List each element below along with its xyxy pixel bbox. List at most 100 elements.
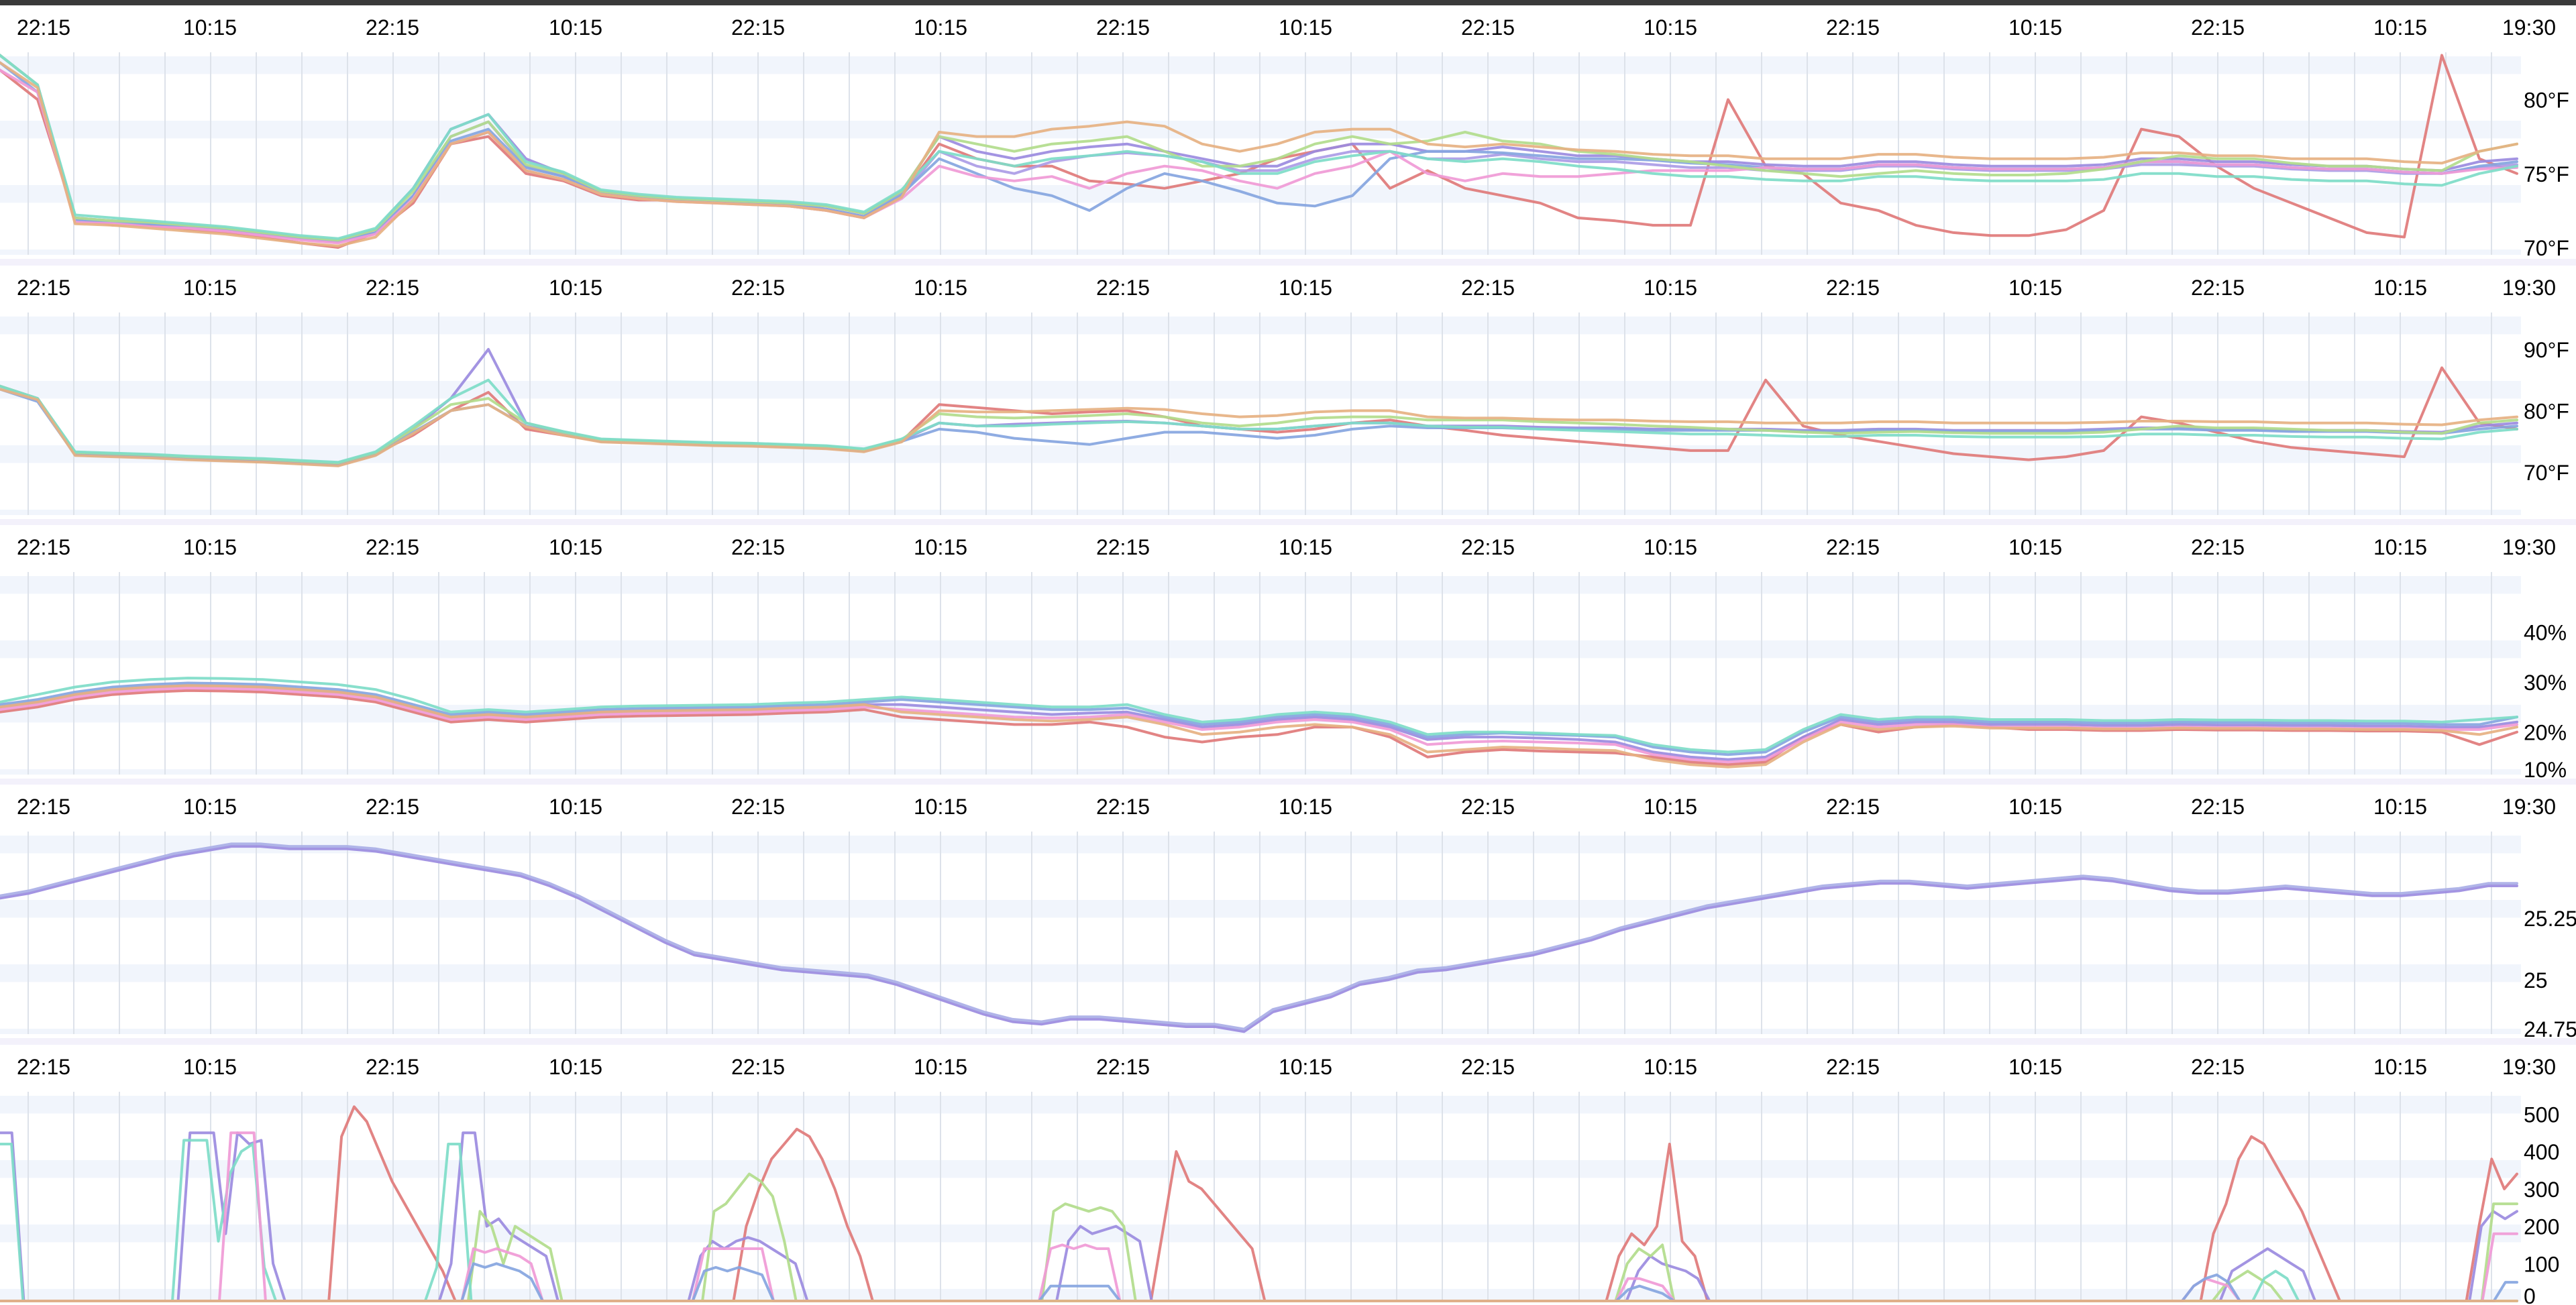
- chart-panel-5: 22:15 10:15 22:15 10:15 22:15 10:15 22:15 10:15…: [0, 1045, 2576, 1305]
- x-tick-label: 22:15: [2191, 1055, 2245, 1079]
- x-tick-label: 22:15: [1461, 15, 1515, 40]
- x-tick-label: 22:15: [17, 1055, 70, 1079]
- chart-svg: 22:15 10:15 22:15 10:15 22:15 10:15 22:15 10:15…: [0, 535, 2567, 779]
- x-tick-label: 19:30: [2502, 795, 2556, 819]
- x-tick-label: 10:15: [914, 276, 967, 300]
- chart-svg: 22:15 10:15 22:15 10:15 22:15 10:15 22:15 10:15…: [0, 276, 2569, 515]
- series-line: [0, 845, 2518, 1033]
- x-tick-label: 22:15: [2191, 795, 2245, 819]
- x-tick-label: 10:15: [2373, 535, 2427, 559]
- x-tick-label: 22:15: [2191, 535, 2245, 559]
- x-tick-label: 10:15: [2008, 795, 2062, 819]
- y-tick-label: 90°F: [2524, 338, 2569, 362]
- window-top-bar: [0, 0, 2576, 5]
- y-tick-label: 300: [2524, 1178, 2559, 1202]
- x-tick-label: 22:15: [731, 535, 785, 559]
- x-tick-label: 22:15: [1096, 1055, 1150, 1079]
- y-tick-label: 100: [2524, 1252, 2559, 1276]
- x-tick-label: 22:15: [1461, 276, 1515, 300]
- x-tick-label: 10:15: [1279, 1055, 1332, 1079]
- y-tick-label: 20%: [2524, 721, 2567, 745]
- x-tick-label: 10:15: [914, 1055, 967, 1079]
- x-tick-label: 22:15: [1826, 535, 1880, 559]
- x-tick-label: 22:15: [1461, 795, 1515, 819]
- series-line: [0, 54, 2518, 249]
- y-tick-label: 30%: [2524, 671, 2567, 695]
- x-tick-label: 19:30: [2502, 1055, 2556, 1079]
- series-line: [0, 68, 2518, 245]
- series-line: [0, 1105, 2518, 1302]
- series-line: [0, 842, 2518, 1031]
- x-tick-label: 22:15: [366, 15, 419, 40]
- chart-panel-1: 22:15 10:15 22:15 10:15 22:15 10:15 22:15 10:15…: [0, 5, 2576, 259]
- x-tick-label: 10:15: [914, 535, 967, 559]
- x-tick-label: 10:15: [2373, 276, 2427, 300]
- x-tick-label: 10:15: [549, 795, 602, 819]
- x-tick-label: 10:15: [1279, 15, 1332, 40]
- x-tick-label: 10:15: [183, 535, 237, 559]
- x-tick-label: 10:15: [2373, 795, 2427, 819]
- x-tick-label: 22:15: [731, 15, 785, 40]
- chart-panel-3: 22:15 10:15 22:15 10:15 22:15 10:15 22:15 10:15…: [0, 525, 2576, 779]
- y-tick-label: 75°F: [2524, 162, 2569, 186]
- chart-panel-2: 22:15 10:15 22:15 10:15 22:15 10:15 22:15 10:15…: [0, 266, 2576, 519]
- x-tick-label: 22:15: [1461, 535, 1515, 559]
- x-tick-label: 10:15: [2373, 1055, 2427, 1079]
- x-tick-label: 10:15: [2008, 535, 2062, 559]
- x-tick-label: 10:15: [549, 276, 602, 300]
- y-tick-label: 70°F: [2524, 236, 2569, 259]
- x-tick-label: 19:30: [2502, 276, 2556, 300]
- y-tick-label: 10%: [2524, 758, 2567, 779]
- y-tick-label: 25: [2524, 968, 2548, 992]
- chart-panel-4: 22:15 10:15 22:15 10:15 22:15 10:15 22:15 10:15…: [0, 785, 2576, 1038]
- x-tick-label: 22:15: [17, 795, 70, 819]
- x-tick-label: 22:15: [366, 535, 419, 559]
- x-tick-label: 22:15: [731, 795, 785, 819]
- y-tick-label: 80°F: [2524, 399, 2569, 423]
- y-tick-label: 25.25: [2524, 907, 2576, 931]
- x-tick-label: 22:15: [366, 276, 419, 300]
- x-tick-label: 10:15: [1644, 15, 1697, 40]
- x-tick-label: 22:15: [1826, 276, 1880, 300]
- x-tick-label: 22:15: [1096, 535, 1150, 559]
- y-tick-label: 70°F: [2524, 461, 2569, 485]
- x-tick-label: 10:15: [914, 15, 967, 40]
- x-tick-label: 22:15: [1096, 276, 1150, 300]
- x-tick-label: 10:15: [2008, 1055, 2062, 1079]
- x-tick-label: 10:15: [549, 535, 602, 559]
- x-tick-label: 10:15: [2008, 15, 2062, 40]
- x-tick-label: 22:15: [1826, 15, 1880, 40]
- x-tick-label: 22:15: [2191, 276, 2245, 300]
- x-tick-label: 22:15: [2191, 15, 2245, 40]
- x-tick-label: 10:15: [1644, 1055, 1697, 1079]
- y-tick-label: 40%: [2524, 620, 2567, 644]
- x-tick-label: 10:15: [549, 1055, 602, 1079]
- x-tick-label: 22:15: [17, 535, 70, 559]
- x-tick-label: 22:15: [1461, 1055, 1515, 1079]
- y-tick-label: 80°F: [2524, 89, 2569, 113]
- x-tick-label: 10:15: [1279, 276, 1332, 300]
- series-line: [0, 61, 2518, 247]
- x-tick-label: 22:15: [1096, 15, 1150, 40]
- y-tick-label: 200: [2524, 1215, 2559, 1239]
- x-tick-label: 22:15: [1826, 1055, 1880, 1079]
- chart-svg: 22:15 10:15 22:15 10:15 22:15 10:15 22:15 10:15…: [0, 795, 2576, 1038]
- x-tick-label: 10:15: [183, 15, 237, 40]
- x-tick-label: 10:15: [2008, 276, 2062, 300]
- y-tick-label: 0: [2524, 1284, 2536, 1305]
- x-tick-label: 10:15: [549, 15, 602, 40]
- y-tick-label: 500: [2524, 1102, 2559, 1127]
- y-tick-label: 24.75: [2524, 1017, 2576, 1038]
- x-tick-label: 22:15: [366, 795, 419, 819]
- x-tick-label: 22:15: [731, 1055, 785, 1079]
- x-tick-label: 19:30: [2502, 535, 2556, 559]
- x-tick-label: 10:15: [183, 276, 237, 300]
- x-tick-label: 19:30: [2502, 15, 2556, 40]
- x-tick-label: 10:15: [2373, 15, 2427, 40]
- y-tick-label: 400: [2524, 1140, 2559, 1164]
- x-tick-label: 10:15: [914, 795, 967, 819]
- x-tick-label: 10:15: [1279, 795, 1332, 819]
- x-tick-label: 10:15: [183, 1055, 237, 1079]
- x-tick-label: 22:15: [731, 276, 785, 300]
- x-tick-label: 22:15: [1826, 795, 1880, 819]
